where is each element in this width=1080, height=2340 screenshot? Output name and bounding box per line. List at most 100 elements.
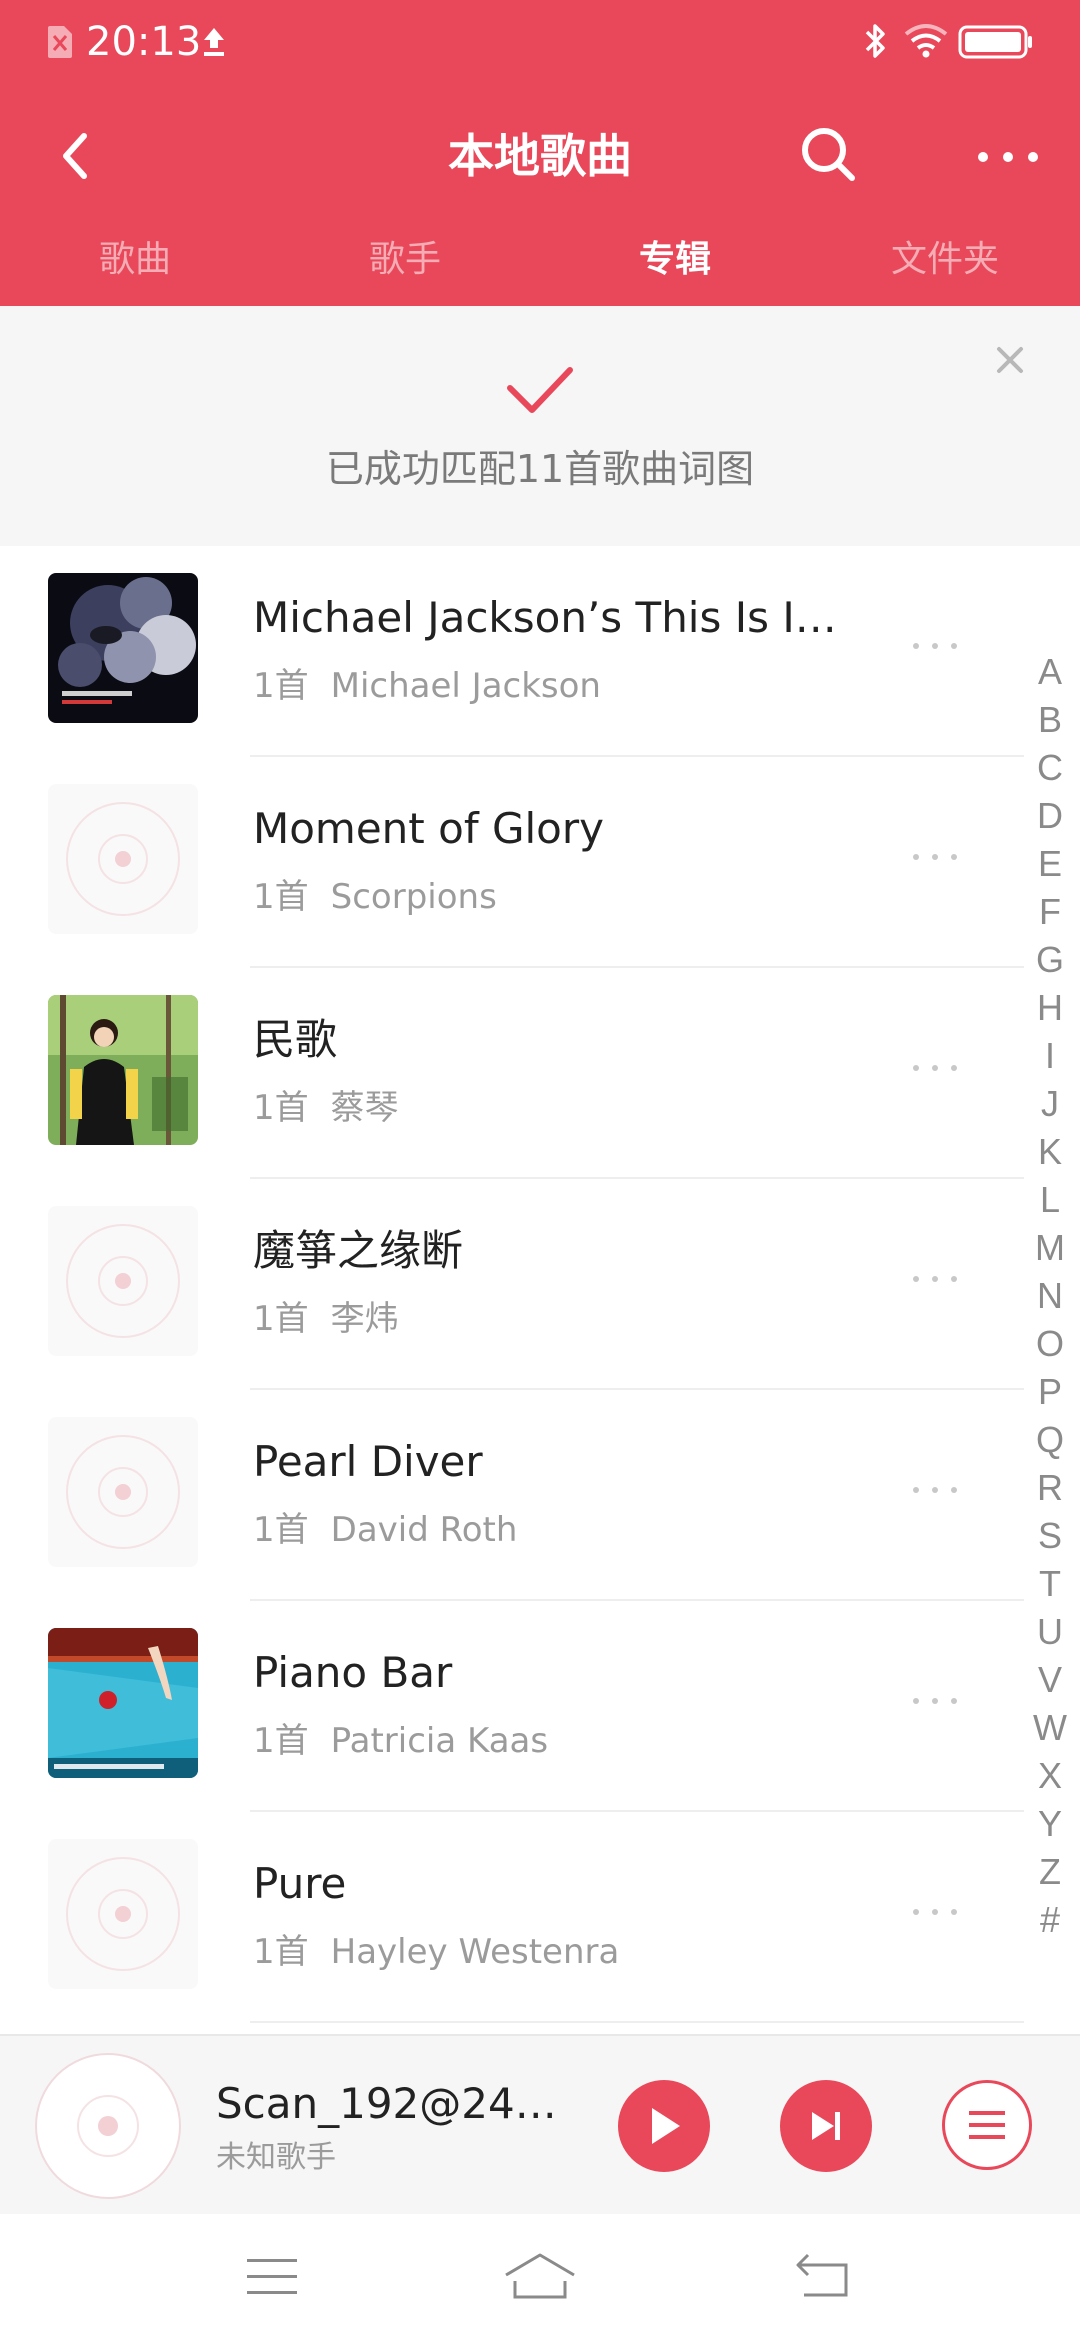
index-letter[interactable]: O xyxy=(1028,1320,1072,1368)
match-success-banner: 已成功匹配11首歌曲词图 xyxy=(0,306,1080,546)
album-more-button[interactable] xyxy=(895,616,975,676)
album-title: Pearl Diver xyxy=(253,1437,483,1486)
banner-message: 已成功匹配11首歌曲词图 xyxy=(325,447,755,491)
next-track-button[interactable] xyxy=(780,2080,872,2172)
title-bar: 本地歌曲 xyxy=(0,100,1080,212)
menu-icon xyxy=(247,2259,297,2294)
banner-close-button[interactable] xyxy=(988,338,1032,382)
index-letter[interactable]: V xyxy=(1028,1656,1072,1704)
index-letter[interactable]: H xyxy=(1028,984,1072,1032)
index-letter[interactable]: K xyxy=(1028,1128,1072,1176)
alphabet-index[interactable]: A B C D E F G H I J K L M N O P Q R S T … xyxy=(1028,648,1072,1944)
index-letter[interactable]: P xyxy=(1028,1368,1072,1416)
index-letter[interactable]: I xyxy=(1028,1032,1072,1080)
more-dots-icon xyxy=(913,1065,957,1071)
index-letter[interactable]: E xyxy=(1028,840,1072,888)
back-button[interactable] xyxy=(40,120,112,192)
album-row[interactable]: 魔箏之缘断 1首 李炜 xyxy=(0,1179,1024,1390)
index-letter[interactable]: U xyxy=(1028,1608,1072,1656)
index-letter[interactable]: D xyxy=(1028,792,1072,840)
album-more-button[interactable] xyxy=(895,1882,975,1942)
index-letter[interactable]: L xyxy=(1028,1176,1072,1224)
album-more-button[interactable] xyxy=(895,827,975,887)
check-icon xyxy=(507,367,573,413)
tab-songs[interactable]: 歌曲 xyxy=(0,220,270,300)
nav-home-button[interactable] xyxy=(490,2242,590,2312)
index-letter[interactable]: W xyxy=(1028,1704,1072,1752)
player-disc-icon xyxy=(35,2053,181,2199)
more-options-button[interactable] xyxy=(968,122,1048,192)
search-button[interactable] xyxy=(790,116,866,192)
index-letter[interactable]: N xyxy=(1028,1272,1072,1320)
album-artist: Michael Jackson xyxy=(330,666,601,706)
index-letter[interactable]: M xyxy=(1028,1224,1072,1272)
now-playing-title: Scan_192@24bi… xyxy=(216,2079,576,2128)
album-cover xyxy=(48,573,198,723)
index-letter[interactable]: Y xyxy=(1028,1800,1072,1848)
album-artist: 李炜 xyxy=(330,1299,399,1339)
index-letter[interactable]: A xyxy=(1028,648,1072,696)
album-meta: 1首 Hayley Westenra xyxy=(253,1930,619,1974)
song-count: 1首 xyxy=(253,877,309,917)
playlist-button[interactable] xyxy=(942,2080,1032,2170)
back-icon xyxy=(796,2253,848,2297)
index-letter[interactable]: F xyxy=(1028,888,1072,936)
index-letter[interactable]: Z xyxy=(1028,1848,1072,1896)
wifi-icon xyxy=(904,24,948,58)
index-letter[interactable]: G xyxy=(1028,936,1072,984)
album-cover xyxy=(48,784,198,934)
mini-player[interactable]: Scan_192@24bi… 未知歌手 xyxy=(0,2034,1080,2214)
local-songs-screen: 20:13 本地歌曲 歌曲 歌手 专辑 文件夹 已成功匹配11首歌曲词图 Mic… xyxy=(0,0,1080,2340)
album-artist: David Roth xyxy=(330,1510,518,1550)
album-row[interactable]: 民歌 1首 蔡琴 xyxy=(0,968,1024,1179)
album-cover xyxy=(48,995,198,1145)
index-letter[interactable]: # xyxy=(1028,1896,1072,1944)
index-letter[interactable]: X xyxy=(1028,1752,1072,1800)
more-dots-icon xyxy=(913,854,957,860)
home-icon xyxy=(505,2253,575,2299)
play-button[interactable] xyxy=(618,2080,710,2172)
album-more-button[interactable] xyxy=(895,1671,975,1731)
tab-artists[interactable]: 歌手 xyxy=(270,220,540,300)
album-meta: 1首 Patricia Kaas xyxy=(253,1719,548,1763)
album-row[interactable]: Piano Bar 1首 Patricia Kaas xyxy=(0,1601,1024,1812)
album-more-button[interactable] xyxy=(895,1038,975,1098)
album-title: Pure xyxy=(253,1859,347,1908)
album-title: 民歌 xyxy=(253,1015,338,1064)
category-tabs: 歌曲 歌手 专辑 文件夹 xyxy=(0,220,1080,300)
michael-jackson-cover-icon xyxy=(48,573,198,723)
search-icon xyxy=(802,128,855,181)
album-title: Moment of Glory xyxy=(253,804,604,853)
album-row[interactable]: Michael Jackson’s This Is It… 1首 Michael … xyxy=(0,546,1024,757)
index-letter[interactable]: S xyxy=(1028,1512,1072,1560)
tab-albums[interactable]: 专辑 xyxy=(540,220,810,300)
album-row[interactable]: Pure 1首 Hayley Westenra xyxy=(0,1812,1024,2023)
album-list: Michael Jackson’s This Is It… 1首 Michael … xyxy=(0,546,1080,2034)
default-disc-icon xyxy=(48,784,198,934)
index-letter[interactable]: B xyxy=(1028,696,1072,744)
system-nav-bar xyxy=(0,2214,1080,2340)
battery-icon xyxy=(958,25,1032,59)
index-letter[interactable]: C xyxy=(1028,744,1072,792)
status-time: 20:13 xyxy=(86,19,202,65)
album-title: 魔箏之缘断 xyxy=(253,1226,464,1275)
index-letter[interactable]: Q xyxy=(1028,1416,1072,1464)
nav-back-button[interactable] xyxy=(774,2242,874,2312)
bluetooth-icon xyxy=(865,24,885,58)
album-more-button[interactable] xyxy=(895,1460,975,1520)
nav-menu-button[interactable] xyxy=(222,2242,322,2312)
upload-icon xyxy=(204,28,224,56)
more-dots-icon xyxy=(978,152,1038,162)
album-row[interactable]: Moment of Glory 1首 Scorpions xyxy=(0,757,1024,968)
tab-folders[interactable]: 文件夹 xyxy=(810,220,1080,300)
status-bar: 20:13 xyxy=(0,0,1080,84)
index-letter[interactable]: T xyxy=(1028,1560,1072,1608)
album-row[interactable]: Pearl Diver 1首 David Roth xyxy=(0,1390,1024,1601)
index-letter[interactable]: R xyxy=(1028,1464,1072,1512)
album-more-button[interactable] xyxy=(895,1249,975,1309)
close-icon xyxy=(997,347,1023,373)
more-dots-icon xyxy=(913,1276,957,1282)
album-cover xyxy=(48,1839,198,1989)
index-letter[interactable]: J xyxy=(1028,1080,1072,1128)
back-arrow-icon xyxy=(63,133,87,179)
